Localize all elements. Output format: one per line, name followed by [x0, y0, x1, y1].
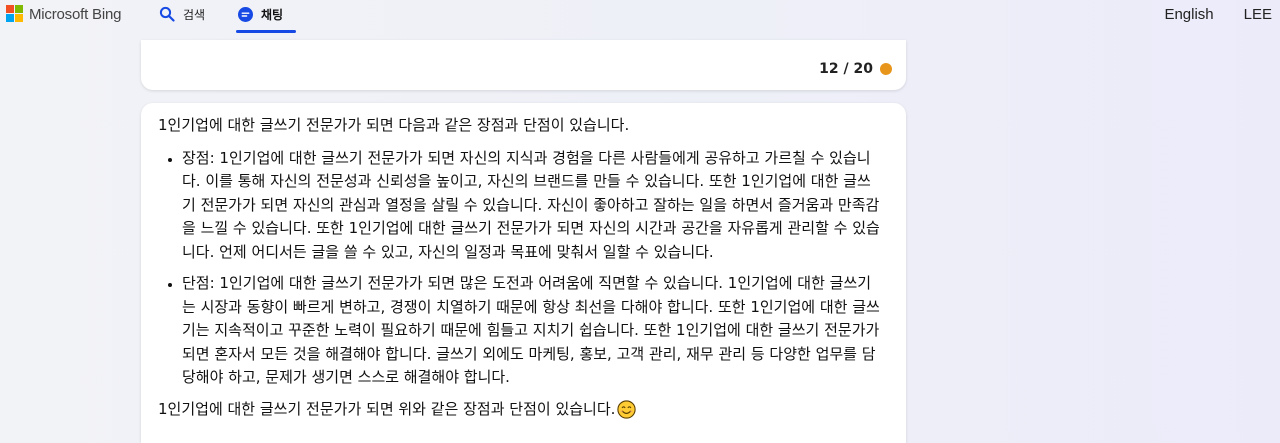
turn-counter-text: 12 / 20 — [819, 61, 873, 77]
tab-search[interactable]: 검색 — [158, 0, 205, 34]
active-tab-indicator — [236, 30, 296, 33]
message-outro: 1인기업에 대한 글쓰기 전문가가 되면 위와 같은 장점과 단점이 있습니다. — [158, 399, 616, 418]
list-item: 단점: 1인기업에 대한 글쓰기 전문가가 되면 많은 도전과 어려움에 직면할… — [182, 272, 890, 390]
list-item: 장점: 1인기업에 대한 글쓰기 전문가가 되면 자신의 지식과 경험을 다른 … — [182, 147, 890, 265]
bing-logo[interactable]: Microsoft Bing — [6, 5, 121, 23]
brand-name: Microsoft Bing — [29, 5, 122, 23]
bot-message-card: 1인기업에 대한 글쓰기 전문가가 되면 다음과 같은 장점과 단점이 있습니다… — [141, 103, 906, 443]
status-dot — [880, 63, 892, 75]
tab-search-label: 검색 — [183, 7, 206, 22]
top-bar: Microsoft Bing 검색 채팅 English LEE — [0, 0, 1280, 34]
tab-chat[interactable]: 채팅 — [236, 0, 296, 34]
message-outro-line: 1인기업에 대한 글쓰기 전문가가 되면 위와 같은 장점과 단점이 있습니다. — [158, 398, 890, 422]
turn-counter: 12 / 20 — [819, 61, 892, 77]
chat-bubble-icon — [236, 5, 254, 23]
tab-chat-label: 채팅 — [261, 7, 284, 22]
previous-message-card: 12 / 20 — [141, 40, 906, 90]
message-list: 장점: 1인기업에 대한 글쓰기 전문가가 되면 자신의 지식과 경험을 다른 … — [158, 147, 890, 390]
message-intro: 1인기업에 대한 글쓰기 전문가가 되면 다음과 같은 장점과 단점이 있습니다… — [158, 116, 630, 134]
microsoft-logo-icon — [6, 5, 24, 23]
smiling-face-emoji-icon — [617, 400, 637, 419]
user-account[interactable]: LEE — [1244, 6, 1272, 23]
language-switch[interactable]: English — [1164, 6, 1213, 23]
search-icon — [158, 5, 176, 23]
